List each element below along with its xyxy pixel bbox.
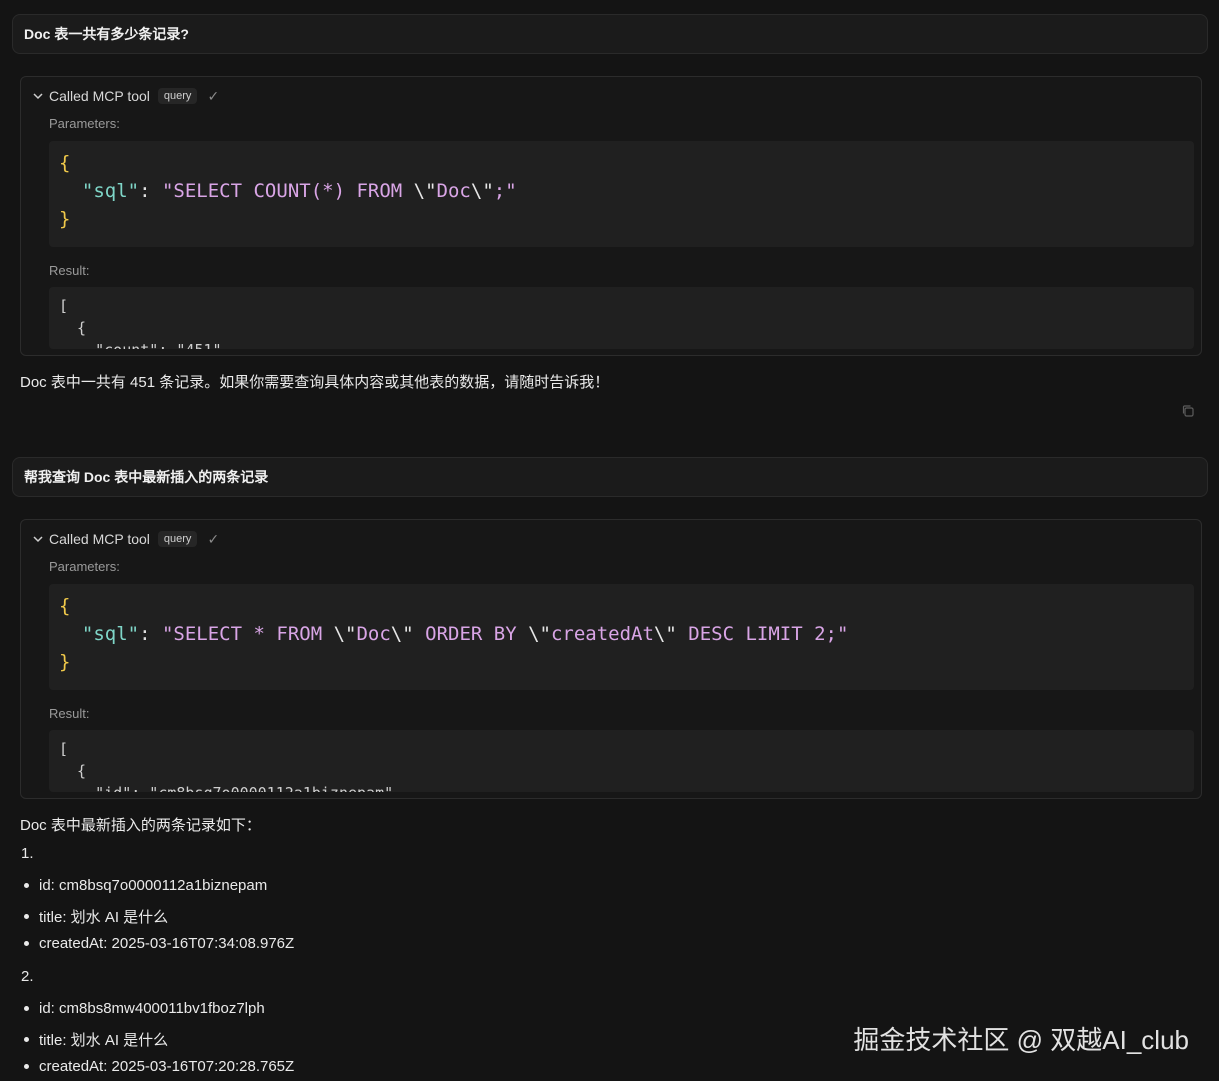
bullet-icon bbox=[24, 914, 29, 919]
mcp-tool-card: Called MCP tool query ✓ Parameters: { "s… bbox=[20, 76, 1202, 356]
list-item: id: cm8bsq7o0000112a1biznepam bbox=[24, 877, 267, 894]
parameters-code-block: { "sql": "SELECT COUNT(*) FROM \"Doc\";"… bbox=[49, 141, 1194, 247]
record-created-at: createdAt: 2025-03-16T07:20:28.765Z bbox=[39, 1058, 295, 1075]
assistant-message: Doc 表中最新插入的两条记录如下： bbox=[20, 817, 261, 834]
chevron-down-icon[interactable] bbox=[31, 89, 45, 103]
check-icon: ✓ bbox=[207, 530, 220, 547]
code-escape: \" bbox=[390, 623, 414, 645]
bullet-icon bbox=[24, 1037, 29, 1042]
bullet-icon bbox=[24, 1064, 29, 1069]
mcp-tool-card: Called MCP tool query ✓ Parameters: { "s… bbox=[20, 519, 1202, 799]
list-item: createdAt: 2025-03-16T07:20:28.765Z bbox=[24, 1058, 294, 1075]
code-string: ORDER BY bbox=[413, 623, 529, 645]
chat-page: Doc 表一共有多少条记录? Called MCP tool query ✓ P… bbox=[0, 0, 1219, 1081]
result-label: Result: bbox=[49, 706, 90, 721]
chevron-down-icon[interactable] bbox=[31, 532, 45, 546]
code-key: "sql" bbox=[81, 180, 140, 202]
code-brace: } bbox=[59, 651, 71, 673]
code-string: Doc bbox=[356, 623, 391, 645]
tool-call-header[interactable]: Called MCP tool query ✓ bbox=[31, 529, 219, 549]
code-colon: : bbox=[139, 623, 162, 645]
record-title: title: 划水 AI 是什么 bbox=[39, 1032, 169, 1049]
assistant-message: Doc 表中一共有 451 条记录。如果你需要查询具体内容或其他表的数据，请随时… bbox=[20, 374, 610, 391]
list-item: id: cm8bs8mw400011bv1fboz7lph bbox=[24, 1000, 265, 1017]
result-line: "count": "451" bbox=[59, 339, 1184, 349]
code-escape: \" bbox=[528, 623, 551, 645]
user-message: 帮我查询 Doc 表中最新插入的两条记录 bbox=[12, 457, 1208, 497]
code-escape: \" bbox=[470, 180, 494, 202]
result-line: "id": "cm8bsq7o0000112a1biznepam" bbox=[59, 782, 1184, 792]
code-string: DESC LIMIT 2;" bbox=[676, 623, 849, 645]
result-line: [ bbox=[59, 740, 69, 758]
code-string: ;" bbox=[493, 180, 517, 202]
result-label: Result: bbox=[49, 263, 90, 278]
code-brace: { bbox=[59, 152, 71, 174]
bullet-icon bbox=[24, 941, 29, 946]
code-escape: \" bbox=[653, 623, 677, 645]
result-code-block[interactable]: [ { "count": "451" bbox=[49, 287, 1194, 349]
tool-name-badge: query bbox=[157, 531, 198, 547]
user-message-text: 帮我查询 Doc 表中最新插入的两条记录 bbox=[24, 469, 269, 485]
result-line: { bbox=[59, 319, 87, 337]
record-created-at: createdAt: 2025-03-16T07:34:08.976Z bbox=[39, 935, 295, 952]
user-message: Doc 表一共有多少条记录? bbox=[12, 14, 1208, 54]
result-line: { bbox=[59, 762, 87, 780]
list-item: title: 划水 AI 是什么 bbox=[24, 1029, 168, 1050]
tool-call-header[interactable]: Called MCP tool query ✓ bbox=[31, 86, 219, 106]
list-item: title: 划水 AI 是什么 bbox=[24, 906, 168, 927]
code-escape: \" bbox=[333, 623, 357, 645]
code-brace: } bbox=[59, 208, 71, 230]
code-key: "sql" bbox=[81, 623, 140, 645]
bullet-icon bbox=[24, 883, 29, 888]
watermark: 掘金技术社区 @ 双越AI_club bbox=[853, 1025, 1189, 1055]
record-id: id: cm8bs8mw400011bv1fboz7lph bbox=[39, 1000, 265, 1017]
code-string: Doc bbox=[436, 180, 471, 202]
list-number: 1. bbox=[21, 845, 34, 862]
code-brace: { bbox=[59, 595, 71, 617]
user-message-text: Doc 表一共有多少条记录? bbox=[24, 26, 189, 42]
tool-name-badge: query bbox=[157, 88, 198, 104]
record-title: title: 划水 AI 是什么 bbox=[39, 909, 169, 926]
result-code-block[interactable]: [ { "id": "cm8bsq7o0000112a1biznepam" bbox=[49, 730, 1194, 792]
bullet-icon bbox=[24, 1006, 29, 1011]
tool-call-title: Called MCP tool bbox=[49, 88, 150, 104]
list-number: 2. bbox=[21, 968, 34, 985]
code-string: "SELECT * FROM bbox=[161, 623, 334, 645]
copy-icon[interactable] bbox=[1181, 404, 1195, 418]
parameters-label: Parameters: bbox=[49, 559, 120, 574]
code-colon: : bbox=[139, 180, 162, 202]
tool-call-title: Called MCP tool bbox=[49, 531, 150, 547]
code-string: "SELECT COUNT(*) FROM bbox=[161, 180, 414, 202]
result-line: [ bbox=[59, 297, 69, 315]
parameters-code-block: { "sql": "SELECT * FROM \"Doc\" ORDER BY… bbox=[49, 584, 1194, 690]
code-string: createdAt bbox=[550, 623, 654, 645]
check-icon: ✓ bbox=[207, 87, 220, 104]
code-escape: \" bbox=[413, 180, 437, 202]
list-item: createdAt: 2025-03-16T07:34:08.976Z bbox=[24, 935, 294, 952]
parameters-label: Parameters: bbox=[49, 116, 120, 131]
record-id: id: cm8bsq7o0000112a1biznepam bbox=[39, 877, 268, 894]
